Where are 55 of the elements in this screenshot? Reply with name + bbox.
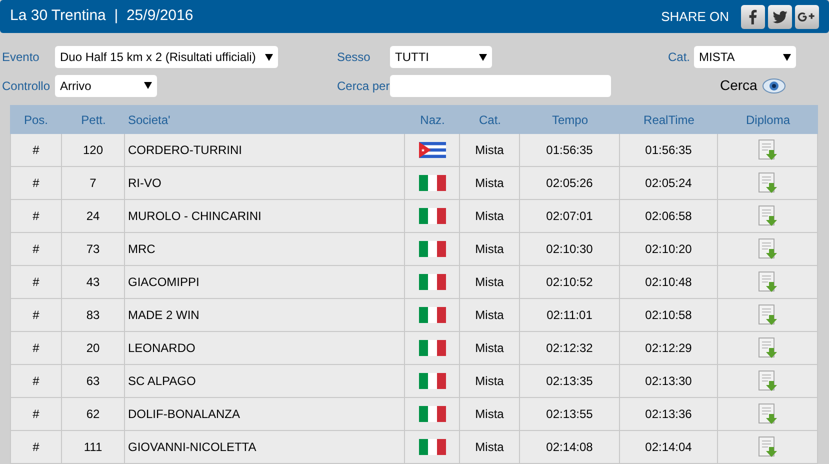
filter-label: Evento [2,49,40,66]
table-cell: # [10,431,62,464]
document-download-icon[interactable] [758,238,778,260]
flag-icon [418,274,446,290]
flag-icon [418,142,446,158]
flag-icon [418,175,446,191]
controllo-select[interactable]: Arrivo [55,74,157,97]
table-cell: GIOVANNI-NICOLETTA [125,431,405,464]
document-download-icon[interactable] [758,370,778,392]
filter-label: Cat. [668,49,692,66]
document-download-icon[interactable] [758,271,778,293]
flag-icon [418,208,446,224]
caret-icon [265,54,273,61]
column-header: Societa' [127,112,172,128]
document-download-icon[interactable] [758,172,778,194]
column-header: Pett. [80,112,107,128]
search-field[interactable] [390,74,611,97]
share-button[interactable] [795,4,819,28]
filter-label: Cerca per [337,78,390,95]
column-header: Diploma [744,112,791,128]
table-cell: 02:14:08 [520,431,620,464]
flag-icon [418,307,446,323]
document-download-icon[interactable] [758,139,778,161]
document-download-icon[interactable] [758,304,778,326]
share-button[interactable] [741,4,765,28]
document-download-icon[interactable] [758,337,778,359]
caret-icon [144,82,152,90]
caret-icon [783,54,791,61]
document-download-icon[interactable] [758,403,778,425]
filter-label: Controllo [2,78,52,95]
page-title: La 30 Trentina | 25/9/2016 [10,6,194,26]
column-header: Pos. [22,112,49,128]
table-cell: Mista [460,431,520,464]
flag-icon [418,373,446,389]
eye-icon [762,78,786,94]
table-cell: 02:14:04 [620,431,718,464]
sesso-select[interactable]: TUTTI [390,46,492,68]
flag-icon [418,439,446,455]
share-button[interactable] [768,4,792,28]
column-header: Naz. [419,112,446,128]
share-label: SHARE ON [661,8,729,26]
search-button[interactable]: Cerca [720,75,786,96]
column-header: RealTime [642,112,696,128]
evento-select[interactable]: Duo Half 15 km x 2 (Risultati ufficiali) [55,46,278,68]
flag-icon [418,340,446,356]
document-download-icon[interactable] [758,205,778,227]
flag-icon [418,241,446,257]
document-download-icon[interactable] [758,436,778,458]
caret-icon [479,54,487,61]
column-header: Cat. [478,112,502,128]
category-select[interactable]: MISTA [694,46,796,68]
column-header: Tempo [550,112,590,128]
table-cell: 111 [62,431,125,464]
filter-label: Sesso [337,49,372,66]
flag-icon [418,406,446,422]
